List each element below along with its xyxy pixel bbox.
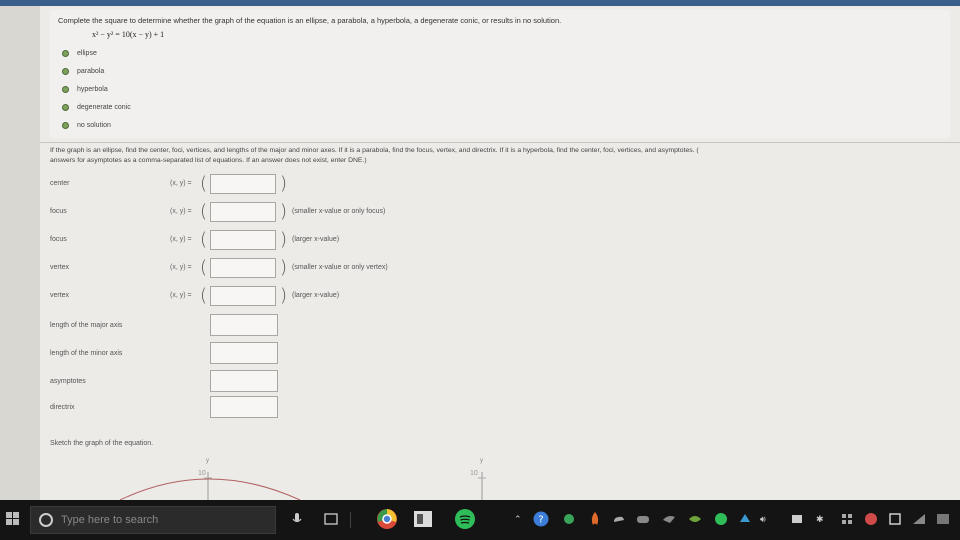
help-icon[interactable]: ?: [532, 510, 550, 528]
major-axis-input[interactable]: [210, 314, 278, 336]
vertex-1-input[interactable]: [210, 258, 276, 278]
open-paren: (: [200, 201, 208, 222]
minor-axis-input[interactable]: [210, 342, 278, 364]
focus-2-hint: (larger x-value): [292, 236, 340, 243]
bluetooth-icon[interactable]: ✱: [816, 514, 824, 525]
close-paren: ): [280, 201, 288, 222]
option-no-solution[interactable]: no solution: [62, 122, 111, 129]
center-label: center: [50, 180, 70, 187]
homework-page: Complete the square to determine whether…: [40, 6, 960, 500]
asymptotes-label: asymptotes: [50, 378, 86, 385]
focus-2-input[interactable]: [210, 230, 276, 250]
xy-label: (x, y) =: [170, 292, 192, 299]
gamepad-icon[interactable]: [634, 510, 652, 528]
focus-1-input[interactable]: [210, 202, 276, 222]
svg-text:?: ?: [538, 515, 543, 526]
chrome-icon[interactable]: [376, 508, 398, 530]
notification-icon[interactable]: [934, 510, 952, 528]
option-label: degenerate conic: [77, 104, 131, 111]
focus-2-label: focus: [50, 236, 67, 243]
y-axis-label: y: [206, 458, 209, 464]
microphone-icon[interactable]: [288, 510, 306, 528]
windows-start-icon[interactable]: [6, 512, 20, 526]
sketch-graph-2[interactable]: y 10: [460, 458, 580, 500]
option-label: hyperbola: [77, 86, 108, 93]
task-view-icon[interactable]: [322, 510, 340, 528]
y-tick-label: 10: [198, 470, 206, 477]
vertex-2-input[interactable]: [210, 286, 276, 306]
radio-icon[interactable]: [62, 50, 69, 57]
radio-icon[interactable]: [62, 122, 69, 129]
tray-expand-icon[interactable]: ⌃: [514, 514, 522, 525]
tray-red-icon[interactable]: [862, 510, 880, 528]
option-label: ellipse: [77, 50, 97, 57]
major-axis-label: length of the major axis: [50, 322, 123, 329]
option-degenerate-conic[interactable]: degenerate conic: [62, 104, 131, 111]
xy-label: (x, y) =: [170, 180, 192, 187]
spotify-icon[interactable]: [454, 508, 476, 530]
radio-icon[interactable]: [62, 68, 69, 75]
center-input[interactable]: [210, 174, 276, 194]
vertex-1-hint: (smaller x-value or only vertex): [292, 264, 388, 271]
bird-icon[interactable]: [660, 510, 678, 528]
instructions-line-1: If the graph is an ellipse, find the cen…: [50, 147, 699, 154]
windows-taskbar: Type here to search ⌃ ? 🔊︎ ✱: [0, 500, 960, 540]
taskbar-separator: [350, 512, 351, 528]
vertex-2-hint: (larger x-value): [292, 292, 340, 299]
radio-icon[interactable]: [62, 86, 69, 93]
asymptotes-input[interactable]: [210, 370, 278, 392]
question-1-panel: Complete the square to determine whether…: [50, 10, 950, 138]
option-hyperbola[interactable]: hyperbola: [62, 86, 108, 93]
question-1-prompt: Complete the square to determine whether…: [58, 16, 562, 25]
status-icon[interactable]: [712, 510, 730, 528]
open-paren: (: [200, 285, 208, 306]
y-axis-label: y: [480, 458, 483, 464]
close-paren: ): [280, 285, 288, 306]
xy-label: (x, y) =: [170, 264, 192, 271]
square-app-icon[interactable]: [886, 510, 904, 528]
cortana-icon: [39, 513, 53, 527]
close-paren: ): [280, 173, 288, 194]
monitor-icon[interactable]: [788, 510, 806, 528]
graph-2-canvas[interactable]: [460, 458, 580, 500]
minor-axis-label: length of the minor axis: [50, 350, 123, 357]
radio-icon[interactable]: [62, 104, 69, 111]
option-label: no solution: [77, 122, 111, 129]
option-label: parabola: [77, 68, 105, 75]
tray-app-icon[interactable]: [560, 510, 578, 528]
directrix-input[interactable]: [210, 396, 278, 418]
graph-1-canvas[interactable]: [110, 458, 330, 500]
upload-icon[interactable]: [736, 510, 754, 528]
close-paren: ): [280, 257, 288, 278]
focus-1-hint: (smaller x-value or only focus): [292, 208, 386, 215]
vertex-2-label: vertex: [50, 292, 70, 299]
vertex-1-label: vertex: [50, 264, 70, 271]
cloud-sync-icon[interactable]: [610, 510, 628, 528]
sketch-graph-1[interactable]: y 10: [110, 458, 330, 500]
instructions-line-2: answers for asymptotes as a comma-separa…: [50, 157, 367, 164]
xy-label: (x, y) =: [170, 208, 192, 215]
sketch-label: Sketch the graph of the equation.: [50, 440, 154, 447]
xy-label: (x, y) =: [170, 236, 192, 243]
y-tick-label: 10: [470, 470, 478, 477]
open-paren: (: [200, 257, 208, 278]
wifi-icon[interactable]: [910, 510, 928, 528]
close-paren: ): [280, 229, 288, 250]
focus-1-label: focus: [50, 208, 67, 215]
office-app-icon[interactable]: [412, 508, 434, 530]
question-1-equation: x² − y² = 10(x − y) + 1: [92, 30, 165, 39]
directrix-label: directrix: [50, 404, 75, 411]
open-paren: (: [200, 229, 208, 250]
option-parabola[interactable]: parabola: [62, 68, 104, 75]
question-2-instructions: If the graph is an ellipse, find the cen…: [50, 146, 955, 166]
nvidia-icon[interactable]: [686, 510, 704, 528]
option-ellipse[interactable]: ellipse: [62, 50, 97, 57]
section-divider: [40, 142, 960, 143]
flame-icon[interactable]: [586, 510, 604, 528]
grid-app-icon[interactable]: [838, 510, 856, 528]
taskbar-search-box[interactable]: Type here to search: [30, 506, 276, 534]
search-placeholder: Type here to search: [61, 514, 159, 526]
open-paren: (: [200, 173, 208, 194]
volume-icon[interactable]: 🔊︎: [760, 514, 766, 525]
